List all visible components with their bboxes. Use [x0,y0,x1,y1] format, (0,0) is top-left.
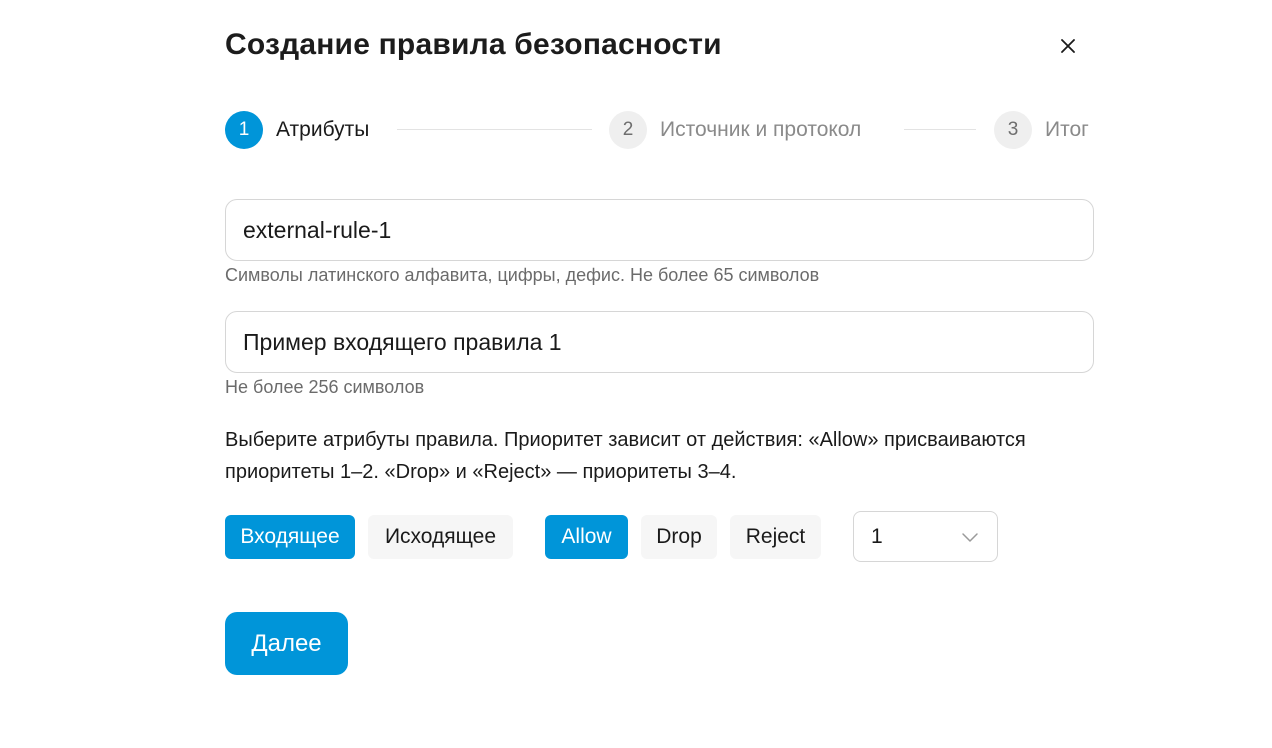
step-label-source-protocol: Источник и протокол [660,118,862,141]
step-source-protocol[interactable]: 2 Источник и протокол [609,111,861,149]
step-number-3: 3 [994,111,1032,149]
step-number-2: 2 [609,111,647,149]
action-drop-chip[interactable]: Drop [641,515,717,559]
chevron-down-icon [962,533,978,542]
priority-select[interactable]: 1 [853,511,998,562]
dialog-title: Создание правила безопасности [225,28,722,61]
step-connector [397,129,592,130]
close-icon [1061,39,1075,53]
step-summary[interactable]: 3 Итог [994,111,1089,149]
stepper: 1 Атрибуты 2 Источник и протокол 3 Итог [225,111,1094,149]
rule-description-hint: Не более 256 символов [225,377,425,397]
rule-name-hint: Символы латинского алфавита, цифры, дефи… [225,265,820,285]
direction-outbound-chip[interactable]: Исходящее [368,515,513,559]
step-label-attributes: Атрибуты [276,118,370,141]
step-connector [904,129,976,130]
next-button[interactable]: Далее [225,612,348,675]
rule-name-input[interactable] [243,216,1076,244]
security-rule-dialog: Создание правила безопасности 1 Атрибуты… [225,0,1094,748]
step-attributes[interactable]: 1 Атрибуты [225,111,369,149]
step-number-1: 1 [225,111,263,149]
close-button[interactable] [1057,35,1079,57]
action-allow-chip[interactable]: Allow [545,515,628,559]
priority-value: 1 [871,524,883,548]
step-label-summary: Итог [1045,118,1089,141]
rule-description-input[interactable] [243,328,1076,356]
rule-description-field[interactable] [225,311,1094,373]
direction-inbound-chip[interactable]: Входящее [225,515,355,559]
action-reject-chip[interactable]: Reject [730,515,821,559]
rule-name-field[interactable] [225,199,1094,261]
attributes-info-text: Выберите атрибуты правила. Приоритет зав… [225,429,1026,483]
